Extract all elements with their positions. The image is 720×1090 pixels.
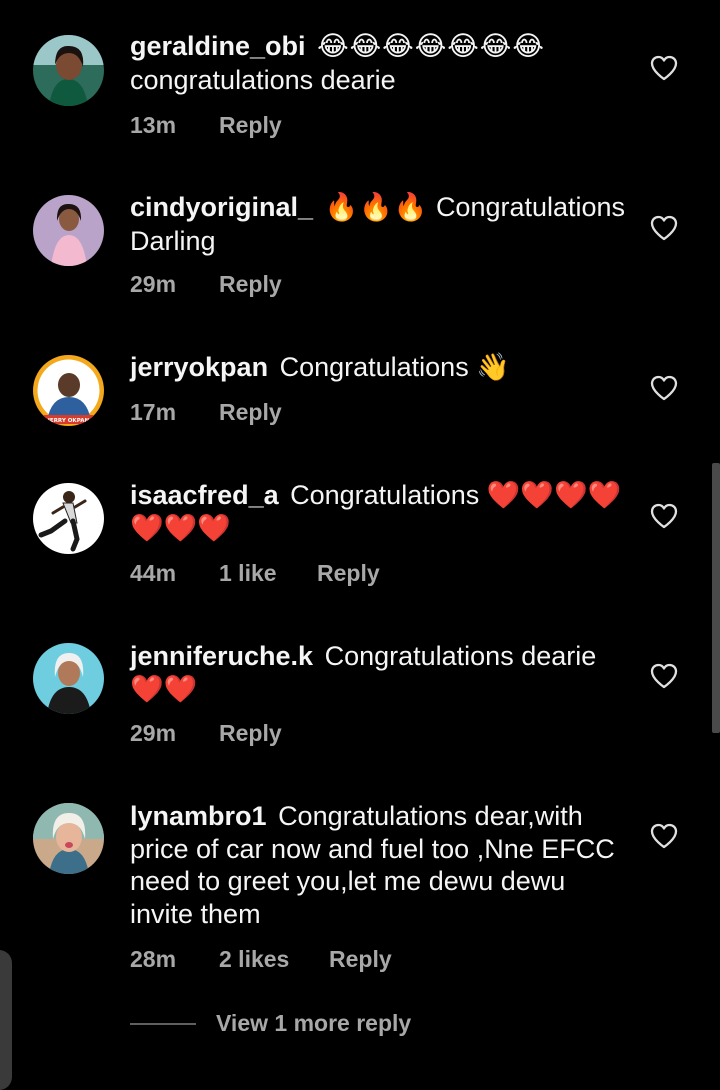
- comment-meta: 17m Reply: [130, 399, 282, 426]
- comment-text: isaacfred_a Congratulations ❤️❤️❤️❤️ ❤️❤…: [130, 479, 630, 544]
- like-button[interactable]: [650, 55, 678, 81]
- reply-button[interactable]: Reply: [329, 946, 392, 973]
- like-button[interactable]: [650, 663, 678, 689]
- comment-time: 29m: [130, 720, 177, 746]
- comment-emoji: 🔥🔥🔥: [324, 192, 429, 223]
- comment-body: congratulations dearie: [130, 64, 396, 95]
- like-button[interactable]: [650, 375, 678, 401]
- heart-outline-icon: [650, 215, 678, 241]
- comment-text: lynambro1 Congratulations dear,with pric…: [130, 800, 630, 930]
- like-button[interactable]: [650, 503, 678, 529]
- comment-likes[interactable]: 2 likes: [219, 946, 329, 973]
- heart-outline-icon: [650, 503, 678, 529]
- comment-meta: 13m Reply: [130, 112, 282, 139]
- avatar[interactable]: [33, 483, 104, 554]
- comment-body: Congratulations 👋: [279, 352, 510, 382]
- scrollbar[interactable]: [712, 463, 720, 733]
- view-more-label[interactable]: View 1 more reply: [216, 1010, 411, 1037]
- comment-time: 28m: [130, 946, 177, 972]
- comment-time: 17m: [130, 399, 177, 425]
- comment-text: jenniferuche.k Congratulations dearie ❤️…: [130, 640, 630, 705]
- comment-text: geraldine_obi 😂😂😂😂😂😂😂 congratulations de…: [130, 30, 630, 96]
- like-button[interactable]: [650, 823, 678, 849]
- comment-text: cindyoriginal_ 🔥🔥🔥 Congratulations Darli…: [130, 191, 630, 257]
- avatar[interactable]: [33, 643, 104, 714]
- comment-emoji: 😂😂😂😂😂😂😂: [317, 31, 545, 62]
- reply-button[interactable]: Reply: [219, 112, 282, 139]
- comment-meta: 44m 1 like Reply: [130, 560, 380, 587]
- reply-button[interactable]: Reply: [317, 560, 380, 587]
- divider-line: [130, 1022, 196, 1025]
- reply-button[interactable]: Reply: [219, 399, 282, 426]
- avatar[interactable]: [33, 195, 104, 266]
- view-more-replies[interactable]: View 1 more reply: [130, 1010, 411, 1037]
- comment-username[interactable]: lynambro1: [130, 801, 267, 831]
- comment-meta: 29m Reply: [130, 720, 282, 747]
- avatar[interactable]: JERRY OKPAN: [33, 355, 104, 426]
- reply-button[interactable]: Reply: [219, 720, 282, 747]
- comment-text: jerryokpan Congratulations 👋: [130, 351, 630, 384]
- avatar[interactable]: [33, 35, 104, 106]
- reply-button[interactable]: Reply: [219, 271, 282, 298]
- avatar[interactable]: [33, 803, 104, 874]
- comment-username[interactable]: cindyoriginal_: [130, 192, 313, 222]
- comment-username[interactable]: isaacfred_a: [130, 480, 279, 510]
- comment-meta: 28m 2 likes Reply: [130, 946, 392, 973]
- comment-time: 44m: [130, 560, 177, 586]
- comment-likes[interactable]: 1 like: [219, 560, 317, 587]
- like-button[interactable]: [650, 215, 678, 241]
- comment-time: 13m: [130, 112, 177, 138]
- comment-username[interactable]: geraldine_obi: [130, 31, 306, 61]
- edge-panel-handle[interactable]: [0, 950, 12, 1090]
- comment-meta: 29m Reply: [130, 271, 282, 298]
- comment-username[interactable]: jerryokpan: [130, 352, 268, 382]
- heart-outline-icon: [650, 663, 678, 689]
- heart-outline-icon: [650, 823, 678, 849]
- avatar-caption: JERRY OKPAN: [47, 418, 90, 424]
- comment-time: 29m: [130, 271, 177, 297]
- heart-outline-icon: [650, 55, 678, 81]
- comment-username[interactable]: jenniferuche.k: [130, 641, 313, 671]
- heart-outline-icon: [650, 375, 678, 401]
